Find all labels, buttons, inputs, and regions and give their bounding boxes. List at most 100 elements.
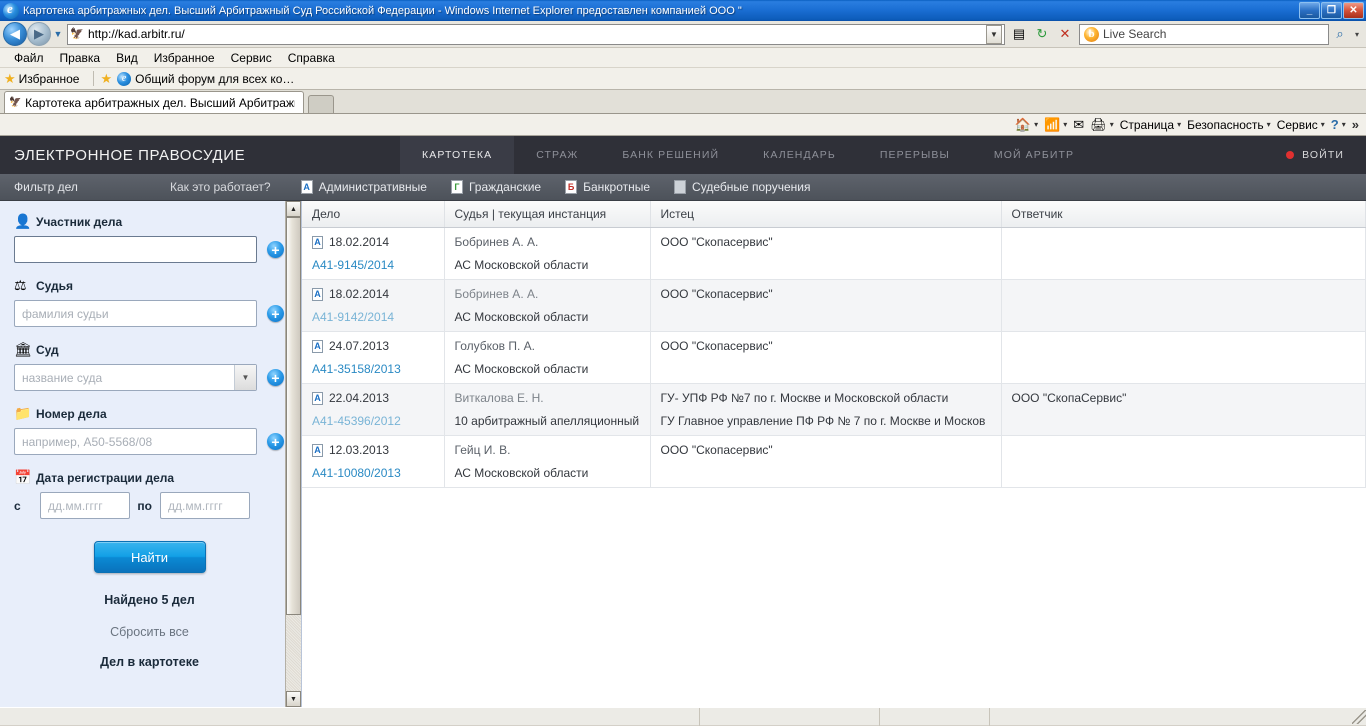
address-dropdown-icon[interactable]: ▼ <box>986 24 1002 44</box>
case-date: 18.02.2014 <box>329 235 390 249</box>
command-overflow-icon[interactable]: » <box>1349 117 1362 132</box>
nav-strazh[interactable]: СТРАЖ <box>514 136 600 174</box>
find-button[interactable]: Найти <box>93 541 206 573</box>
feeds-button[interactable]: 📶 ▾ <box>1041 117 1070 133</box>
gavel-icon: ⚖ <box>14 277 27 293</box>
header-judge-instance[interactable]: Судья | текущая инстанция <box>444 201 651 228</box>
menu-view[interactable]: Вид <box>108 50 146 66</box>
home-button[interactable]: 🏠 ▾ <box>1012 117 1041 133</box>
chevron-down-icon: ▾ <box>1320 120 1325 129</box>
table-row[interactable]: А 22.04.2013 А41-45396/2012 Виткалова Е.… <box>302 383 1366 436</box>
menu-help[interactable]: Справка <box>280 50 343 66</box>
participant-input[interactable] <box>14 236 257 263</box>
category-bankruptcy[interactable]: Б Банкротные <box>553 180 662 194</box>
search-provider-caret-icon[interactable]: ▾ <box>1351 30 1363 39</box>
scrollbar-track[interactable] <box>286 217 301 691</box>
nav-pereryvy[interactable]: ПЕРЕРЫВЫ <box>858 136 972 174</box>
chevron-down-icon[interactable]: ▼ <box>234 365 256 390</box>
window-controls: _ ❐ ✕ <box>1299 2 1364 19</box>
rss-icon: 📶 <box>1044 116 1061 132</box>
nav-kartoteka[interactable]: КАРТОТЕКА <box>400 136 515 174</box>
date-to-input[interactable] <box>160 492 250 519</box>
case-number-link[interactable]: А41-45396/2012 <box>312 414 434 428</box>
search-go-icon[interactable]: ⌕ <box>1329 26 1351 42</box>
menu-tools[interactable]: Сервис <box>223 50 280 66</box>
header-case[interactable]: Дело <box>302 201 445 228</box>
judge-name: Виткалова Е. Н. <box>454 391 544 405</box>
table-row[interactable]: А 18.02.2014 А41-9142/2014 Бобринев А. А… <box>302 279 1366 332</box>
case-number-link[interactable]: А41-9145/2014 <box>312 258 434 272</box>
tools-menu-button[interactable]: Сервис ▾ <box>1274 118 1328 132</box>
resize-grip-icon[interactable] <box>1352 709 1366 724</box>
new-tab-button[interactable] <box>308 95 334 113</box>
back-button[interactable]: ◀ <box>3 22 27 46</box>
case-number-input[interactable] <box>14 428 257 455</box>
compatibility-view-icon[interactable]: ▤ <box>1008 24 1030 45</box>
mail-icon: ✉ <box>1073 116 1085 132</box>
reset-all-link[interactable]: Сбросить все <box>14 625 285 639</box>
favorites-star-icon[interactable]: ★ <box>4 71 16 87</box>
page-menu-button[interactable]: Страница ▾ <box>1117 118 1184 132</box>
case-number-link[interactable]: А41-35158/2013 <box>312 362 434 376</box>
court-select[interactable]: название суда <box>14 364 257 391</box>
help-menu-button[interactable]: ? ▾ <box>1328 117 1349 132</box>
case-number-link[interactable]: А41-9142/2014 <box>312 310 434 324</box>
browser-tab[interactable]: 🦅 Картотека арбитражных дел. Высший Арби… <box>4 91 304 113</box>
category-court-orders[interactable]: Судебные поручения <box>662 180 822 194</box>
header-defendant[interactable]: Ответчик <box>1001 201 1366 228</box>
category-civil[interactable]: Г Гражданские <box>439 180 553 194</box>
nav-bank-resheniy[interactable]: БАНК РЕШЕНИЙ <box>600 136 741 174</box>
page-content: ЭЛЕКТРОННОЕ ПРАВОСУДИЕ КАРТОТЕКА СТРАЖ Б… <box>0 136 1366 707</box>
cell-defendant <box>1001 227 1366 280</box>
judge-input[interactable] <box>14 300 257 327</box>
results-table-body: А 18.02.2014 А41-9145/2014 Бобринев А. А… <box>302 227 1366 488</box>
add-participant-button[interactable]: + <box>267 241 284 258</box>
refresh-icon[interactable]: ↻ <box>1031 24 1053 45</box>
mail-button[interactable]: ✉ <box>1070 117 1087 133</box>
recent-pages-icon[interactable]: ▼ <box>51 29 65 39</box>
address-bar[interactable]: 🦅 http://kad.arbitr.ru/ ▼ <box>67 23 1005 45</box>
favorites-button-label[interactable]: Избранное <box>19 72 80 86</box>
scrollbar-thumb[interactable] <box>286 217 301 616</box>
search-input[interactable]: Live Search <box>1103 27 1166 41</box>
date-from-input[interactable] <box>40 492 130 519</box>
menu-favorites[interactable]: Избранное <box>146 50 223 66</box>
judge-name: Голубков П. А. <box>454 339 536 353</box>
stop-icon[interactable]: ✕ <box>1054 24 1076 45</box>
court-input-row: название суда ▼ + <box>14 364 285 391</box>
menu-edit[interactable]: Правка <box>52 50 109 66</box>
minimize-button[interactable]: _ <box>1299 2 1320 19</box>
header-plaintiff[interactable]: Истец <box>650 201 1002 228</box>
nav-kalendar[interactable]: КАЛЕНДАРЬ <box>741 136 858 174</box>
print-button[interactable]: 🖨 ▾ <box>1087 117 1117 133</box>
table-row[interactable]: А 18.02.2014 А41-9145/2014 Бобринев А. А… <box>302 227 1366 280</box>
close-button[interactable]: ✕ <box>1343 2 1364 19</box>
table-row[interactable]: А 12.03.2013 А41-10080/2013 Гейц И. В. А… <box>302 435 1366 488</box>
how-it-works-link[interactable]: Как это работает? <box>170 180 289 194</box>
filter-panel-scrollbar[interactable]: ▲ ▼ <box>285 201 301 707</box>
case-date-row: А 22.04.2013 <box>312 391 434 405</box>
search-box[interactable]: b Live Search <box>1079 23 1329 45</box>
category-administrative[interactable]: А Административные <box>289 180 439 194</box>
nav-moy-arbitr[interactable]: МОЙ АРБИТР <box>972 136 1096 174</box>
menu-file[interactable]: Файл <box>6 50 52 66</box>
court-instance: АС Московской области <box>454 258 589 272</box>
judge-name: Гейц И. В. <box>454 443 511 457</box>
scroll-up-icon[interactable]: ▲ <box>286 201 301 217</box>
add-to-favorites-icon[interactable]: ★ <box>100 71 112 87</box>
add-case-number-button[interactable]: + <box>267 433 284 450</box>
case-number-link[interactable]: А41-10080/2013 <box>312 466 434 480</box>
table-row[interactable]: А 24.07.2013 А41-35158/2013 Голубков П. … <box>302 331 1366 384</box>
cell-plaintiff: ООО "Скопасервис" <box>650 331 1002 384</box>
favorite-link[interactable]: Общий форум для всех ко… <box>135 72 294 86</box>
court-select-wrap: название суда ▼ <box>14 364 257 391</box>
forward-button[interactable]: ▶ <box>27 22 51 46</box>
restore-button[interactable]: ❐ <box>1321 2 1342 19</box>
internet-explorer-icon <box>3 1 19 19</box>
scroll-down-icon[interactable]: ▼ <box>286 691 301 707</box>
login-button[interactable]: ВОЙТИ <box>1286 149 1366 161</box>
add-judge-button[interactable]: + <box>267 305 284 322</box>
cell-plaintiff: ООО "Скопасервис" <box>650 227 1002 280</box>
security-menu-button[interactable]: Безопасность ▾ <box>1184 118 1274 132</box>
add-court-button[interactable]: + <box>267 369 284 386</box>
